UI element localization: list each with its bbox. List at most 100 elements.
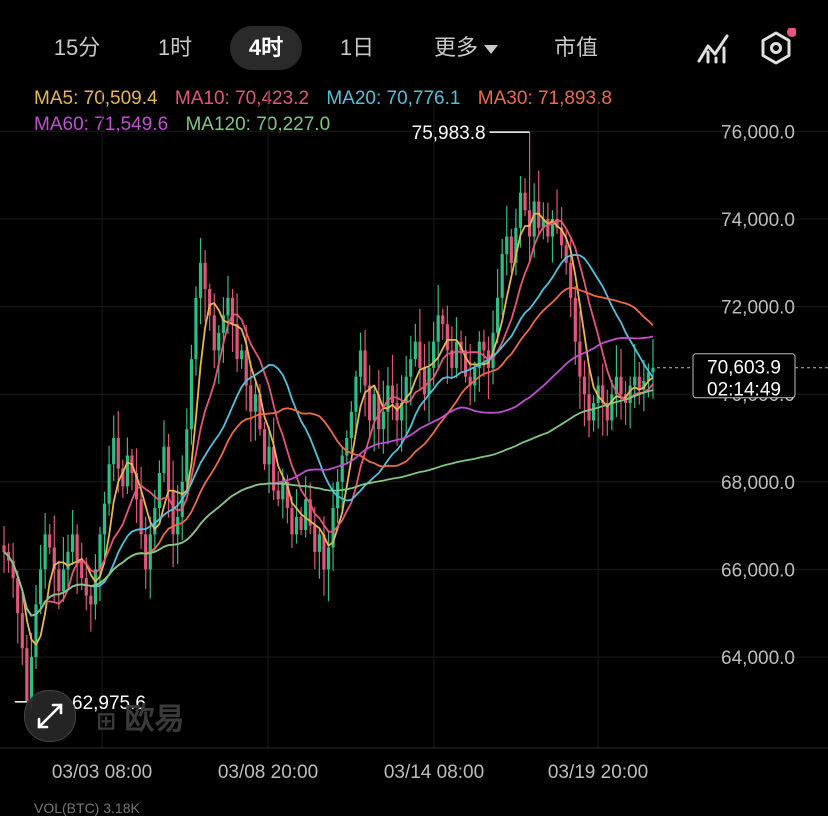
candle-body [441,315,445,325]
candle-body [294,516,299,535]
candle-body [240,350,244,360]
candle-body [230,297,235,325]
y-tick-label: 66,000.0 [721,560,795,581]
candle-body [509,236,513,263]
candle-body [290,508,294,535]
candle-body [637,376,641,390]
candle-body [518,192,523,228]
candle-body [587,394,591,421]
candle-body [500,254,504,298]
candle-body [628,385,632,403]
candle-body [395,402,399,421]
candle-body [166,446,171,491]
candle-body [422,367,427,395]
candle-body [194,297,198,360]
candle-body [299,516,303,530]
candle-body [20,613,24,649]
y-tick-label: 64,000.0 [721,648,795,669]
candle-body [413,341,417,360]
candle-body [619,376,623,395]
candle-body [89,595,93,605]
y-tick-label: 74,000.0 [721,210,795,231]
candle-body [189,359,193,430]
candle-body [381,411,385,430]
last-price-label: 70,603.9 [707,358,781,379]
candle-body [198,262,203,298]
candle-body [591,402,596,421]
candle-body [409,359,413,377]
candle-body [436,315,440,342]
candle-body [185,429,189,482]
candle-body [102,503,107,535]
candle-body [454,341,459,368]
candle-body [217,332,221,351]
candle-body [418,341,422,368]
candle-body [340,455,344,482]
candle-body [345,438,349,456]
candle-body [354,376,358,412]
candle-body [326,547,331,570]
candle-body [523,192,527,211]
candle-body [107,464,111,504]
candle-body [2,545,6,552]
candle-body [203,262,207,290]
price-chart[interactable]: 64,000.066,000.068,000.070,000.072,000.0… [0,0,828,812]
x-tick-label: 03/14 08:00 [384,762,484,783]
candle-body [313,525,317,552]
candle-body [578,341,582,377]
candle-body [267,446,271,465]
candle-body [38,569,43,605]
candle-body [317,534,321,552]
candle-body [473,367,477,386]
candle-countdown-label: 02:14:49 [707,380,781,401]
candle-body [212,315,216,351]
expand-chart-button[interactable] [24,690,76,742]
candle-body [651,367,655,373]
candle-body [98,534,102,570]
candle-body [582,376,587,395]
candle-body [262,429,267,465]
candle-body [363,350,367,386]
expand-arrows-icon [37,703,63,729]
candle-body [57,569,61,592]
candle-body [16,578,20,614]
candle-body [372,394,376,421]
candle-body [276,490,280,500]
candle-body [48,534,52,548]
candle-body [70,534,75,552]
candle-body [61,569,66,592]
candle-body [75,534,79,561]
candle-body [349,411,353,438]
y-tick-label: 68,000.0 [721,473,795,494]
x-tick-label: 03/19 20:00 [548,762,648,783]
x-tick-label: 03/03 08:00 [52,762,152,783]
candle-body [304,499,308,530]
candle-body [573,297,577,342]
candle-body [43,534,47,570]
candle-body [505,236,509,255]
candle-body [358,350,363,377]
volume-indicator-label: VOL(BTC) 3.18K [34,800,140,816]
watermark-logo: ⊞ 欧易 [96,703,185,736]
candle-body [125,455,130,487]
candle-body [610,394,614,421]
candle-body [253,394,257,412]
candle-body [569,262,573,298]
candle-body [390,385,395,403]
candle-body [144,534,148,570]
candle-body [80,560,84,579]
candle-body [112,438,116,465]
candle-body [162,446,166,474]
candle-body [235,324,239,360]
candle-body [633,376,637,386]
candle-body [496,297,500,333]
y-tick-label: 76,000.0 [721,122,795,143]
candle-body [226,297,230,316]
candle-body [157,473,161,509]
x-tick-label: 03/08 20:00 [218,762,318,783]
y-tick-label: 72,000.0 [721,298,795,319]
high-price-label: 75,983.8 [412,123,486,144]
candle-body [116,438,120,469]
candle-body [482,341,486,351]
candle-body [445,324,449,351]
